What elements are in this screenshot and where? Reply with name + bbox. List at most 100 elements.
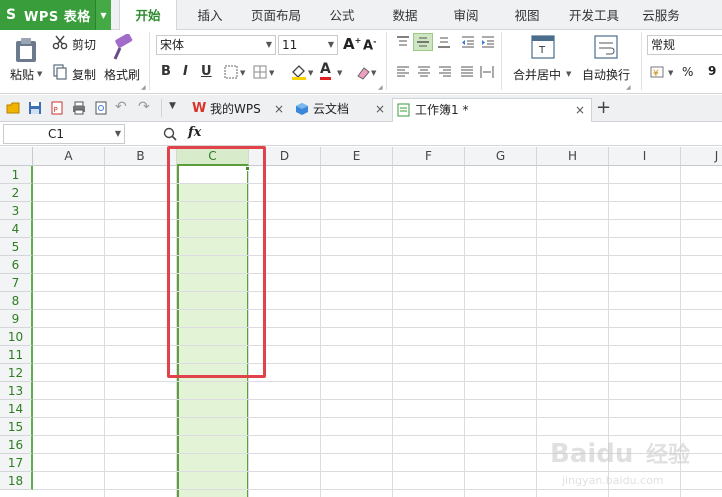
underline-button[interactable]: U	[201, 64, 212, 79]
insert-function-button[interactable]: fx	[188, 125, 201, 140]
clear-format-icon[interactable]	[355, 64, 371, 80]
currency-format-icon[interactable]: ¥	[650, 65, 666, 79]
font-color-icon[interactable]: A	[320, 61, 331, 80]
font-size-select[interactable]: 11 ▼	[278, 35, 338, 55]
row-header-8[interactable]: 8	[0, 292, 33, 310]
print-icon[interactable]	[72, 101, 86, 115]
print-preview-icon[interactable]	[94, 101, 108, 115]
column-header-i[interactable]: I	[609, 147, 681, 166]
row-header-16[interactable]: 16	[0, 436, 33, 454]
align-right-icon[interactable]	[438, 66, 452, 78]
row-header-17[interactable]: 17	[0, 454, 33, 472]
tab-home[interactable]: 开始	[119, 0, 177, 31]
tab-cloud-service[interactable]: 云服务	[636, 0, 686, 30]
wrap-text-icon[interactable]	[594, 35, 618, 59]
tab-developer[interactable]: 开发工具	[563, 0, 625, 30]
row-header-5[interactable]: 5	[0, 238, 33, 256]
tab-data[interactable]: 数据	[381, 0, 429, 30]
currency-dropdown-icon[interactable]: ▼	[668, 69, 673, 77]
increase-indent-icon[interactable]	[481, 36, 495, 48]
percent-style-button[interactable]: %	[682, 65, 693, 79]
clear-format-dropdown-icon[interactable]: ▼	[371, 69, 376, 77]
row-header-14[interactable]: 14	[0, 400, 33, 418]
fill-color-dropdown-icon[interactable]: ▼	[308, 69, 313, 77]
justify-icon[interactable]	[460, 66, 474, 78]
fill-color-icon[interactable]	[290, 63, 308, 81]
cut-button[interactable]: 剪切	[72, 36, 96, 53]
row-header-7[interactable]: 7	[0, 274, 33, 292]
row-header-12[interactable]: 12	[0, 364, 33, 382]
customize-toolbar-icon[interactable]: ▼	[169, 101, 176, 111]
row-header-1[interactable]: 1	[0, 166, 33, 184]
merge-center-dropdown-icon[interactable]: ▼	[566, 70, 571, 78]
scissors-icon[interactable]	[52, 34, 68, 50]
row-header-4[interactable]: 4	[0, 220, 33, 238]
cell-style-icon[interactable]	[253, 65, 267, 79]
clipboard-launcher-icon[interactable]: ◢	[141, 84, 146, 91]
align-middle-icon[interactable]	[416, 36, 430, 48]
column-header-f[interactable]: F	[393, 147, 465, 166]
zoom-search-icon[interactable]	[163, 127, 177, 141]
row-header-3[interactable]: 3	[0, 202, 33, 220]
row-header-13[interactable]: 13	[0, 382, 33, 400]
border-dropdown-icon[interactable]: ▼	[240, 69, 245, 77]
font-name-select[interactable]: 宋体 ▼	[156, 35, 276, 55]
copy-button[interactable]: 复制	[72, 66, 96, 83]
undo-icon[interactable]: ↶	[115, 99, 127, 115]
row-header-9[interactable]: 9	[0, 310, 33, 328]
decrease-indent-icon[interactable]	[461, 36, 475, 48]
doc-tab-workbook1[interactable]: 工作簿1 * ×	[392, 98, 592, 122]
font-color-dropdown-icon[interactable]: ▼	[337, 69, 342, 77]
open-folder-icon[interactable]	[6, 101, 20, 115]
redo-icon[interactable]: ↷	[138, 99, 150, 115]
doc-tab-my-wps[interactable]: W 我的WPS ×	[188, 98, 292, 122]
name-box[interactable]: C1 ▼	[3, 124, 125, 144]
increase-font-size-icon[interactable]: A+	[343, 35, 361, 53]
paste-button[interactable]: 粘贴	[10, 66, 34, 83]
doc-tab-cloud-docs[interactable]: 云文档 ×	[293, 98, 393, 122]
column-header-e[interactable]: E	[321, 147, 393, 166]
close-icon[interactable]: ×	[575, 99, 585, 121]
bold-button[interactable]: B	[161, 64, 171, 79]
paste-icon[interactable]	[12, 36, 40, 64]
merge-center-icon[interactable]: T	[531, 35, 555, 59]
formula-input[interactable]	[212, 124, 722, 144]
align-center-icon[interactable]	[417, 66, 431, 78]
tab-formulas[interactable]: 公式	[318, 0, 366, 30]
row-header-15[interactable]: 15	[0, 418, 33, 436]
font-launcher-icon[interactable]: ◢	[378, 84, 383, 91]
copy-icon[interactable]	[52, 64, 68, 80]
close-icon[interactable]: ×	[274, 98, 284, 120]
paste-dropdown-icon[interactable]: ▼	[37, 70, 42, 78]
select-all-corner[interactable]	[0, 147, 33, 166]
format-painter-icon[interactable]	[110, 34, 136, 62]
comma-style-button[interactable]: 9	[708, 64, 716, 78]
number-format-select[interactable]: 常规	[647, 35, 722, 55]
decrease-font-size-icon[interactable]: A-	[363, 37, 376, 53]
row-header-11[interactable]: 11	[0, 346, 33, 364]
export-pdf-icon[interactable]: P	[50, 101, 64, 115]
tab-insert[interactable]: 插入	[186, 0, 234, 30]
cell-style-dropdown-icon[interactable]: ▼	[269, 69, 274, 77]
close-icon[interactable]: ×	[375, 98, 385, 120]
border-icon[interactable]	[224, 65, 238, 79]
alignment-launcher-icon[interactable]: ◢	[626, 84, 631, 91]
distributed-align-icon[interactable]	[480, 66, 494, 78]
chevron-down-icon[interactable]: ▼	[95, 0, 111, 30]
new-tab-plus-icon[interactable]: +	[596, 97, 611, 118]
merge-center-button[interactable]: 合并居中	[513, 66, 561, 83]
row-header-10[interactable]: 10	[0, 328, 33, 346]
tab-review[interactable]: 审阅	[442, 0, 490, 30]
save-icon[interactable]	[28, 101, 42, 115]
column-header-h[interactable]: H	[537, 147, 609, 166]
row-header-2[interactable]: 2	[0, 184, 33, 202]
align-left-icon[interactable]	[396, 66, 410, 78]
row-header-18[interactable]: 18	[0, 472, 33, 490]
column-header-j[interactable]: J	[681, 147, 722, 166]
row-header-6[interactable]: 6	[0, 256, 33, 274]
format-painter-button[interactable]: 格式刷	[104, 66, 140, 83]
align-top-icon[interactable]	[396, 36, 410, 48]
column-header-a[interactable]: A	[33, 147, 105, 166]
align-bottom-icon[interactable]	[437, 36, 451, 48]
column-header-g[interactable]: G	[465, 147, 537, 166]
